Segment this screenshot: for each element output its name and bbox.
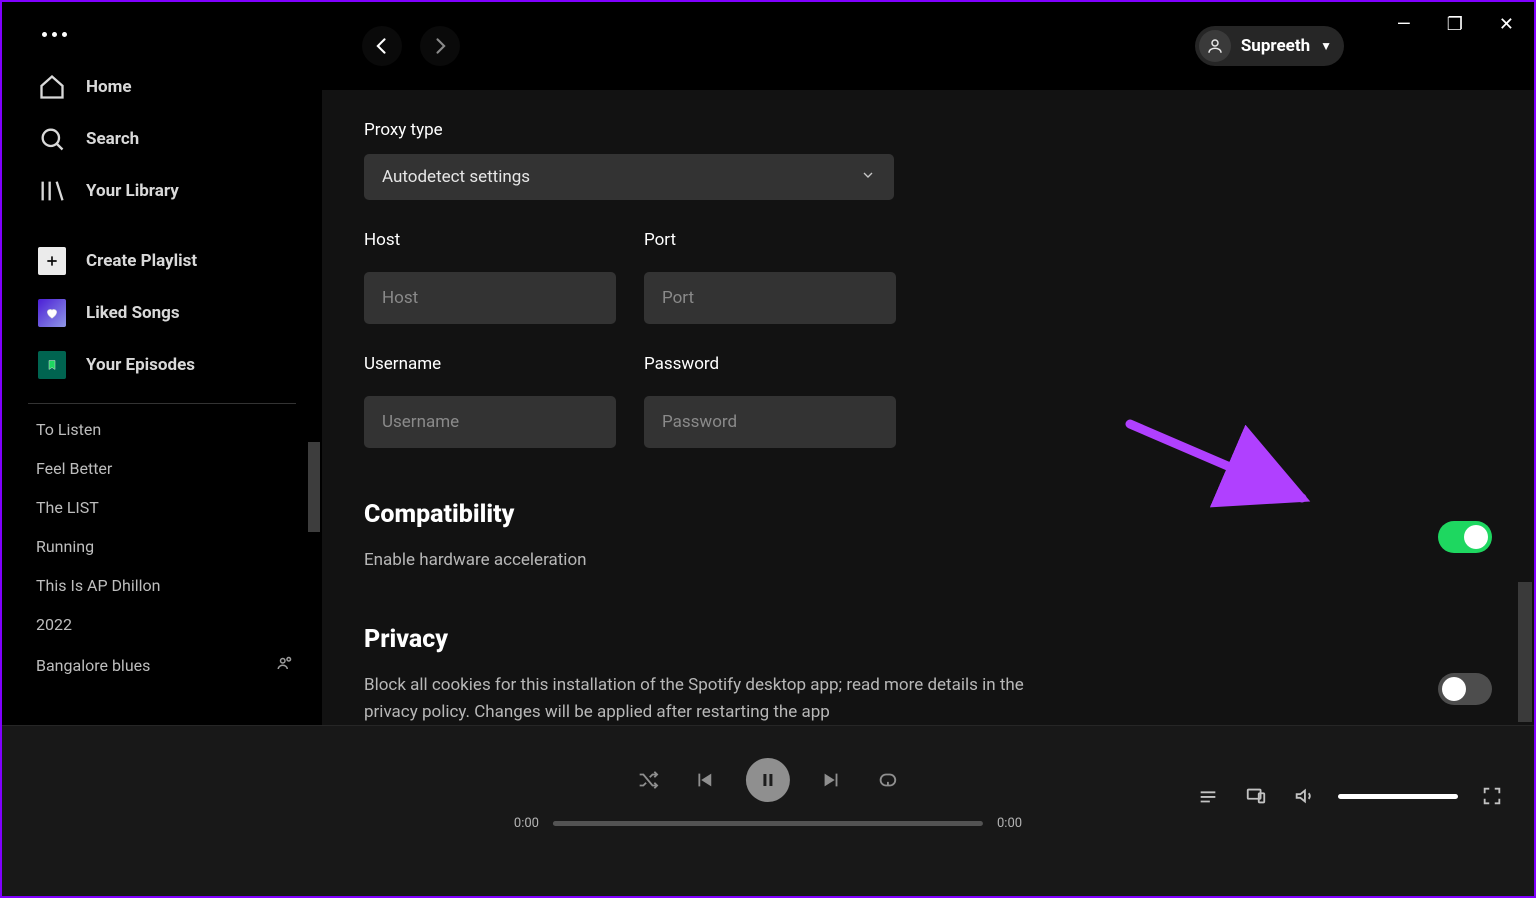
sidebar-item-label: Home bbox=[86, 77, 132, 97]
next-button[interactable] bbox=[818, 766, 846, 794]
library-icon bbox=[38, 177, 66, 205]
sidebar-item-label: Search bbox=[86, 129, 139, 149]
chevron-down-icon bbox=[860, 167, 876, 188]
sidebar-item-label: Your Library bbox=[86, 181, 179, 201]
bookmark-icon bbox=[38, 351, 66, 379]
minimize-icon[interactable]: ― bbox=[1397, 14, 1411, 35]
liked-songs-button[interactable]: Liked Songs bbox=[2, 287, 322, 339]
block-cookies-toggle[interactable] bbox=[1438, 673, 1492, 705]
playlist-list: To Listen Feel Better The LIST Running T… bbox=[2, 410, 322, 726]
sidebar-scrollbar[interactable] bbox=[308, 442, 320, 532]
host-label: Host bbox=[364, 230, 616, 250]
fullscreen-button[interactable] bbox=[1478, 782, 1506, 810]
player-bar: 0:00 0:00 bbox=[2, 726, 1534, 896]
main-scrollbar[interactable] bbox=[1518, 582, 1532, 722]
hardware-accel-toggle[interactable] bbox=[1438, 521, 1492, 553]
compat-desc: Enable hardware acceleration bbox=[364, 547, 587, 573]
sidebar-item-label: Your Episodes bbox=[86, 355, 195, 375]
your-episodes-button[interactable]: Your Episodes bbox=[2, 339, 322, 391]
sidebar-item-label: Liked Songs bbox=[86, 303, 180, 323]
privacy-heading: Privacy bbox=[364, 625, 1064, 654]
username-input[interactable] bbox=[364, 396, 616, 448]
time-elapsed: 0:00 bbox=[514, 816, 539, 831]
time-total: 0:00 bbox=[997, 816, 1022, 831]
password-label: Password bbox=[644, 354, 896, 374]
sidebar: Home Search Your Library Create Playlist… bbox=[2, 2, 322, 726]
sidebar-library[interactable]: Your Library bbox=[2, 165, 322, 217]
volume-button[interactable] bbox=[1290, 782, 1318, 810]
home-icon bbox=[38, 73, 66, 101]
proxy-type-select[interactable]: Autodetect settings bbox=[364, 154, 894, 200]
plus-icon bbox=[38, 247, 66, 275]
compatibility-heading: Compatibility bbox=[364, 500, 587, 529]
repeat-button[interactable] bbox=[874, 766, 902, 794]
list-item[interactable]: Feel Better bbox=[2, 449, 322, 488]
queue-button[interactable] bbox=[1194, 782, 1222, 810]
settings-pane: Proxy type Autodetect settings Host Port… bbox=[322, 90, 1534, 726]
list-item[interactable]: Running bbox=[2, 527, 322, 566]
sidebar-item-label: Create Playlist bbox=[86, 251, 197, 271]
previous-button[interactable] bbox=[690, 766, 718, 794]
sidebar-search[interactable]: Search bbox=[2, 113, 322, 165]
search-icon bbox=[38, 125, 66, 153]
play-pause-button[interactable] bbox=[746, 758, 790, 802]
maximize-icon[interactable]: ❐ bbox=[1447, 14, 1463, 35]
create-playlist-button[interactable]: Create Playlist bbox=[2, 235, 322, 287]
shuffle-button[interactable] bbox=[634, 766, 662, 794]
proxy-type-label: Proxy type bbox=[364, 120, 1492, 140]
heart-icon bbox=[38, 299, 66, 327]
progress-bar[interactable] bbox=[553, 821, 983, 826]
list-item[interactable]: This Is AP Dhillon bbox=[2, 566, 322, 605]
list-item[interactable]: 2022 bbox=[2, 605, 322, 644]
close-icon[interactable]: ✕ bbox=[1499, 14, 1514, 35]
collaborative-icon bbox=[276, 654, 294, 676]
divider bbox=[28, 403, 296, 404]
port-label: Port bbox=[644, 230, 896, 250]
select-value: Autodetect settings bbox=[382, 167, 530, 187]
sidebar-home[interactable]: Home bbox=[2, 61, 322, 113]
pause-icon bbox=[759, 771, 777, 789]
devices-button[interactable] bbox=[1242, 782, 1270, 810]
list-item[interactable]: To Listen bbox=[2, 410, 322, 449]
list-item[interactable]: The LIST bbox=[2, 488, 322, 527]
host-input[interactable] bbox=[364, 272, 616, 324]
username-label: Username bbox=[364, 354, 616, 374]
window-controls: ― ❐ ✕ bbox=[2, 2, 1534, 46]
volume-slider[interactable] bbox=[1338, 794, 1458, 799]
port-input[interactable] bbox=[644, 272, 896, 324]
privacy-desc: Block all cookies for this installation … bbox=[364, 672, 1064, 725]
list-item[interactable]: Bangalore blues bbox=[2, 644, 322, 686]
password-input[interactable] bbox=[644, 396, 896, 448]
